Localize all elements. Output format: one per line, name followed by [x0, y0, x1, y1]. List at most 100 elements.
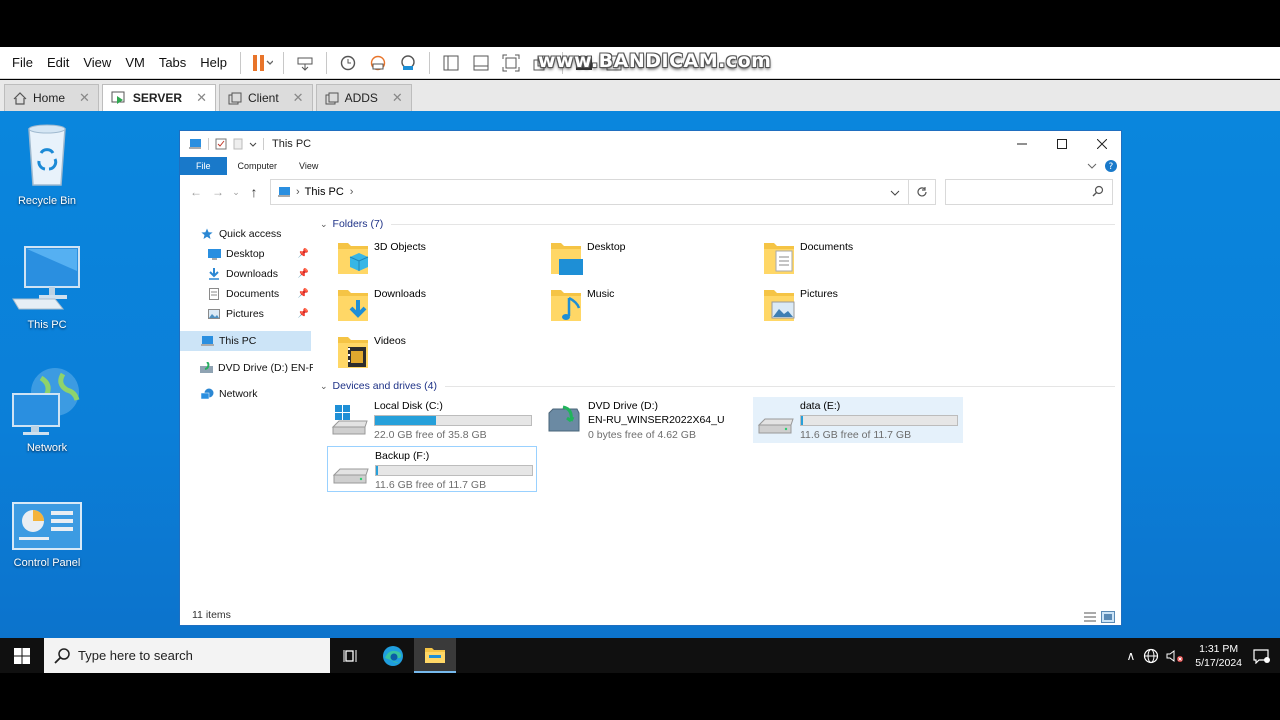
close-tab-icon[interactable]: ✕: [392, 90, 403, 106]
send-ctrl-alt-del-icon[interactable]: [292, 51, 318, 75]
refresh-button[interactable]: [909, 179, 936, 205]
home-icon: [13, 91, 27, 105]
drive-backup-f[interactable]: Backup (F:) 11.6 GB free of 11.7 GB: [327, 446, 537, 492]
revert-snapshot-icon[interactable]: [365, 51, 391, 75]
desktop-icon-label: Control Panel: [13, 557, 81, 569]
forward-arrow-icon[interactable]: →: [207, 185, 229, 199]
task-view-button[interactable]: [330, 638, 372, 673]
taskbar-clock[interactable]: 1:31 PM 5/17/2024: [1195, 642, 1242, 670]
qat-dropdown-icon[interactable]: [249, 138, 257, 150]
vm-tab-home[interactable]: Home ✕: [4, 84, 99, 111]
up-arrow-icon[interactable]: ↑: [243, 184, 265, 200]
close-button[interactable]: [1082, 131, 1122, 157]
desktop-icon-control-panel[interactable]: Control Panel: [2, 501, 92, 569]
close-tab-icon[interactable]: ✕: [293, 90, 304, 106]
vm-menu-file[interactable]: File: [0, 55, 40, 70]
console-view-icon[interactable]: [468, 51, 494, 75]
desktop-icon-recycle-bin[interactable]: Recycle Bin: [2, 119, 92, 207]
vm-menu-view[interactable]: View: [76, 55, 118, 70]
address-dropdown-icon[interactable]: [890, 188, 900, 198]
expand-ribbon-icon[interactable]: [1086, 157, 1098, 175]
new-folder-icon[interactable]: [233, 138, 243, 150]
snapshot-manager-icon[interactable]: [395, 51, 421, 75]
taskbar-search-box[interactable]: Type here to search: [44, 638, 330, 673]
chevron-down-icon[interactable]: ⌄: [320, 219, 328, 230]
ribbon-tab-view[interactable]: View: [288, 157, 329, 175]
pause-icon[interactable]: [249, 51, 275, 75]
folder-name: Desktop: [587, 241, 626, 253]
properties-icon[interactable]: [215, 138, 227, 150]
breadcrumb-chevron-icon[interactable]: ›: [296, 186, 300, 198]
drive-dvd-d[interactable]: DVD Drive (D:) EN-RU_WINSER2022X64_U 0 b…: [541, 397, 751, 443]
vm-tab-client[interactable]: Client ✕: [218, 84, 313, 111]
nav-network[interactable]: Network: [200, 384, 258, 404]
nav-dvd-drive[interactable]: DVD Drive (D:) EN-RU: [200, 358, 313, 378]
details-view-icon[interactable]: [1083, 611, 1097, 623]
pin-icon[interactable]: 📌: [298, 268, 309, 279]
desktop-icon-network[interactable]: Network: [2, 366, 92, 454]
drive-local-disk-c[interactable]: Local Disk (C:) 22.0 GB free of 35.8 GB: [327, 397, 537, 443]
desktop-icon-this-pc[interactable]: This PC: [2, 245, 92, 331]
file-explorer-taskbar-button[interactable]: [414, 638, 456, 673]
pin-icon[interactable]: 📌: [298, 288, 309, 299]
sidebar-toggle-icon[interactable]: [438, 51, 464, 75]
address-bar[interactable]: › This PC ›: [270, 179, 909, 205]
folder-desktop[interactable]: Desktop: [549, 239, 749, 283]
breadcrumb-this-pc[interactable]: This PC: [305, 186, 344, 198]
drive-name: Local Disk (C:): [374, 400, 443, 412]
maximize-button[interactable]: [1042, 131, 1082, 157]
breadcrumb-chevron-icon[interactable]: ›: [350, 186, 354, 198]
edge-taskbar-button[interactable]: [372, 638, 414, 673]
recent-locations-icon[interactable]: ⌄: [229, 187, 243, 198]
snapshot-icon[interactable]: [335, 51, 361, 75]
volume-muted-icon[interactable]: [1165, 648, 1185, 664]
globe-network-icon[interactable]: [1143, 648, 1159, 664]
large-icons-view-icon[interactable]: [1101, 611, 1115, 623]
folder-videos[interactable]: Videos: [336, 333, 536, 377]
ribbon-tab-file[interactable]: File: [180, 157, 227, 175]
nav-quick-access[interactable]: Quick access: [200, 224, 281, 244]
desktop-folder-icon: [207, 248, 221, 260]
help-icon[interactable]: ?: [1104, 157, 1118, 175]
drive-usage-fill: [376, 466, 378, 475]
vm-tab-server[interactable]: SERVER ✕: [101, 84, 216, 111]
vm-menu-help[interactable]: Help: [193, 55, 234, 70]
nav-this-pc[interactable]: This PC: [180, 331, 311, 351]
ribbon-tab-computer[interactable]: Computer: [227, 157, 289, 175]
folder-downloads[interactable]: Downloads: [336, 286, 536, 330]
minimize-button[interactable]: [1002, 131, 1042, 157]
folder-3d-objects[interactable]: 3D Objects: [336, 239, 536, 283]
toolbar-divider: [240, 51, 242, 74]
chevron-up-icon[interactable]: ∧: [1126, 649, 1135, 663]
folder-documents[interactable]: Documents: [762, 239, 962, 283]
notifications-icon[interactable]: [1252, 648, 1270, 664]
pin-icon[interactable]: 📌: [298, 308, 309, 319]
nav-desktop[interactable]: Desktop 📌: [207, 244, 311, 264]
back-arrow-icon[interactable]: ←: [185, 185, 207, 199]
search-input[interactable]: [945, 179, 1113, 205]
vm-menu-vm[interactable]: VM: [118, 55, 152, 70]
close-tab-icon[interactable]: ✕: [79, 90, 90, 106]
chevron-down-icon[interactable]: ⌄: [320, 381, 328, 392]
nav-pictures[interactable]: Pictures 📌: [207, 304, 311, 324]
toolbar-divider: [326, 51, 328, 74]
folders-group-header[interactable]: ⌄ Folders (7): [320, 218, 1115, 230]
fullscreen-icon[interactable]: [498, 51, 524, 75]
drive-free-space: 11.6 GB free of 11.7 GB: [375, 479, 487, 491]
nav-label: Downloads: [226, 268, 278, 280]
system-tray: ∧ 1:31 PM 5/17/2024: [1120, 638, 1280, 673]
nav-documents[interactable]: Documents 📌: [207, 284, 311, 304]
devices-group-header[interactable]: ⌄ Devices and drives (4): [320, 380, 1115, 392]
start-button[interactable]: [0, 638, 44, 673]
vm-menu-edit[interactable]: Edit: [40, 55, 76, 70]
folder-music[interactable]: Music: [549, 286, 749, 330]
drive-usage-bar: [800, 415, 958, 426]
folder-pictures[interactable]: Pictures: [762, 286, 962, 330]
close-tab-icon[interactable]: ✕: [196, 90, 207, 106]
vm-menu-tabs[interactable]: Tabs: [152, 55, 193, 70]
nav-downloads[interactable]: Downloads 📌: [207, 264, 311, 284]
vm-tab-adds[interactable]: ADDS ✕: [315, 84, 412, 111]
drive-usage-bar: [375, 465, 533, 476]
pin-icon[interactable]: 📌: [298, 248, 309, 259]
drive-data-e[interactable]: data (E:) 11.6 GB free of 11.7 GB: [753, 397, 963, 443]
